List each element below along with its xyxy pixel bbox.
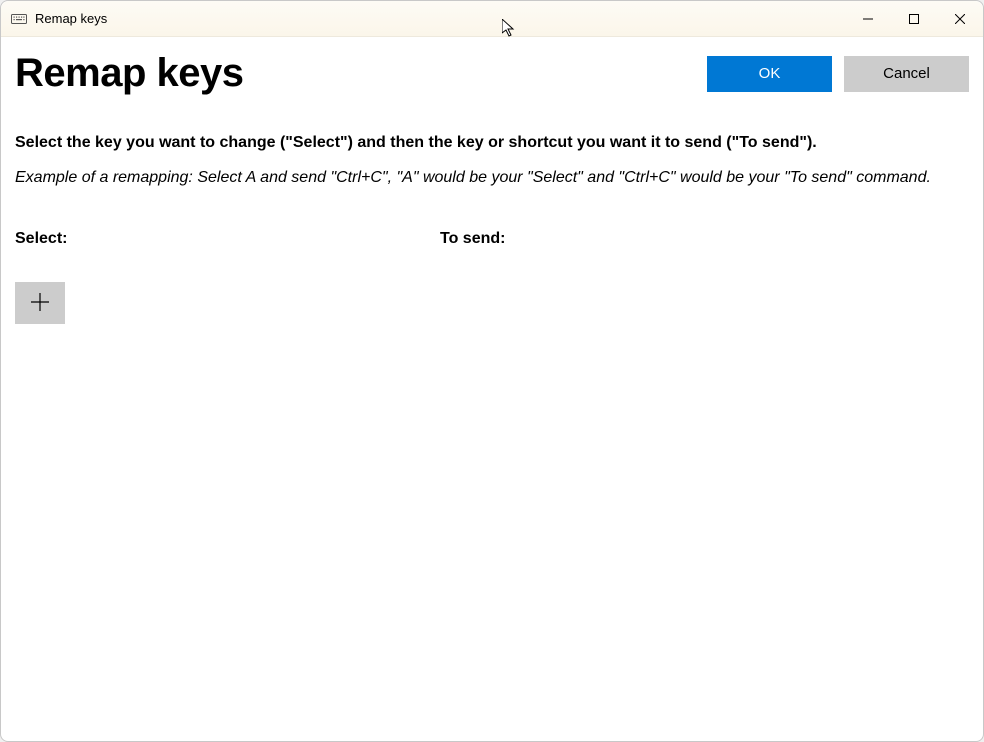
keyboard-icon bbox=[11, 12, 27, 26]
select-column: Select: bbox=[15, 230, 440, 248]
cancel-button[interactable]: Cancel bbox=[844, 56, 969, 92]
instruction-text: Select the key you want to change ("Sele… bbox=[15, 134, 969, 152]
to-send-column: To send: bbox=[440, 230, 865, 248]
titlebar-title: Remap keys bbox=[35, 11, 107, 26]
example-text: Example of a remapping: Select A and sen… bbox=[15, 166, 955, 190]
header-buttons: OK Cancel bbox=[707, 56, 969, 92]
plus-icon bbox=[30, 292, 50, 315]
to-send-label: To send: bbox=[440, 230, 865, 248]
columns: Select: To send: bbox=[15, 230, 969, 248]
titlebar: Remap keys bbox=[1, 1, 983, 37]
minimize-button[interactable] bbox=[845, 1, 891, 37]
select-label: Select: bbox=[15, 230, 440, 248]
window: Remap keys Remap keys OK Cancel Select t… bbox=[0, 0, 984, 742]
ok-button[interactable]: OK bbox=[707, 56, 832, 92]
content: Select the key you want to change ("Sele… bbox=[1, 96, 983, 741]
page-title: Remap keys bbox=[15, 51, 243, 96]
window-controls bbox=[845, 1, 983, 37]
add-remapping-button[interactable] bbox=[15, 282, 65, 324]
maximize-button[interactable] bbox=[891, 1, 937, 37]
header-row: Remap keys OK Cancel bbox=[1, 37, 983, 96]
close-button[interactable] bbox=[937, 1, 983, 37]
